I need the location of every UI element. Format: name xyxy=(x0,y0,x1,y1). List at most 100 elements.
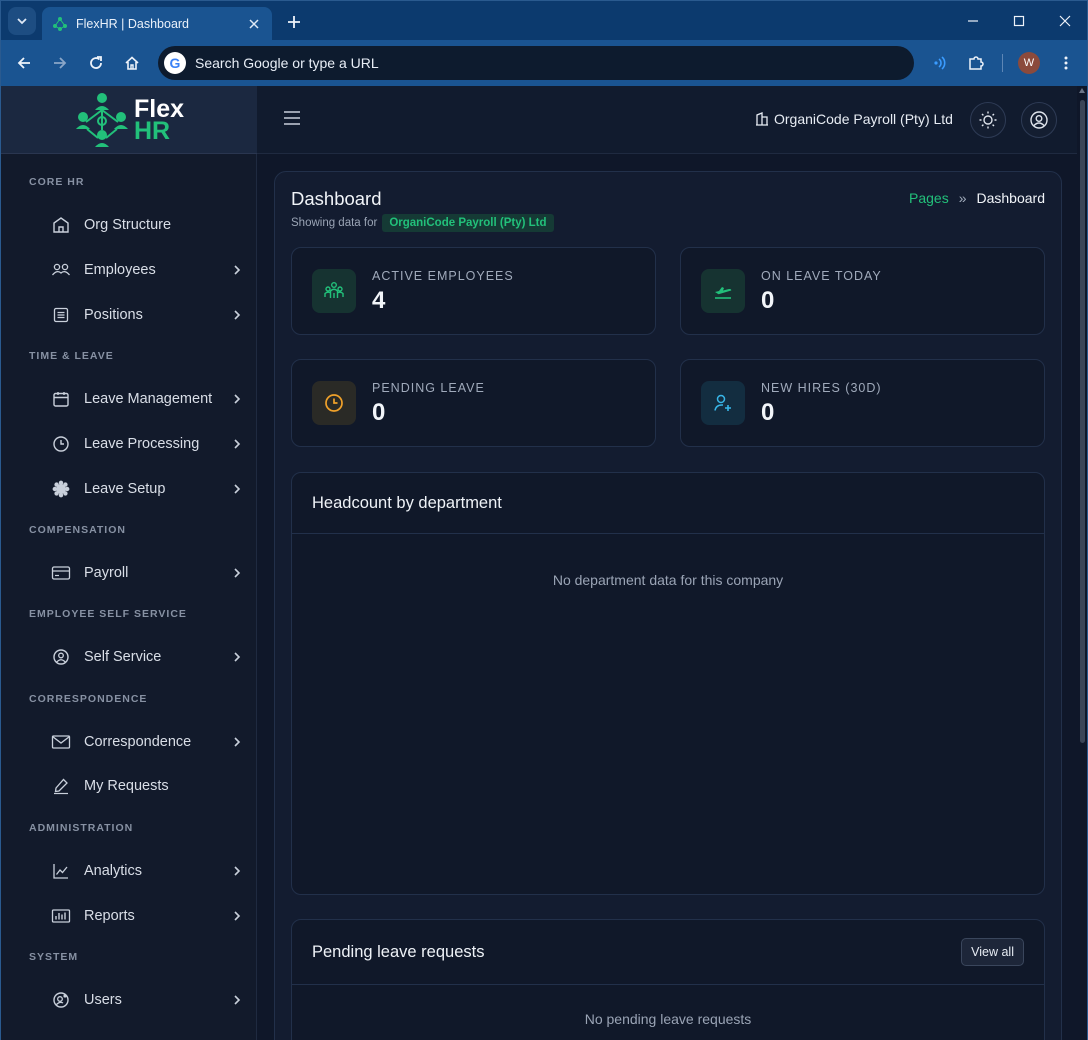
company-badge: OrganiCode Payroll (Pty) Ltd xyxy=(382,214,554,232)
user-menu-button[interactable] xyxy=(1021,102,1057,138)
sidebar-item-self-service[interactable]: Self Service xyxy=(51,642,251,672)
stat-label: PENDING LEAVE xyxy=(372,381,485,395)
chevron-right-icon xyxy=(229,863,245,879)
sidebar-item-positions[interactable]: Positions xyxy=(51,300,251,330)
scrollbar-thumb[interactable] xyxy=(1080,100,1085,743)
extensions-button[interactable] xyxy=(964,51,988,75)
section-system: SYSTEM xyxy=(29,951,79,963)
stat-card-on-leave-today[interactable]: ON LEAVE TODAY 0 xyxy=(680,247,1045,335)
breadcrumb: Pages » Dashboard xyxy=(909,190,1045,206)
browser-tabstrip: FlexHR | Dashboard xyxy=(0,0,1088,41)
tab-title: FlexHR | Dashboard xyxy=(76,17,190,31)
stat-card-active-employees[interactable]: ACTIVE EMPLOYEES 4 xyxy=(291,247,656,335)
cog-icon xyxy=(51,479,71,499)
page-title: Dashboard xyxy=(291,188,382,209)
user-circle-icon xyxy=(1030,111,1048,129)
browser-menu-button[interactable] xyxy=(1054,51,1078,75)
sidebar-item-analytics[interactable]: Analytics xyxy=(51,856,251,886)
section-correspondence: CORRESPONDENCE xyxy=(29,693,148,705)
sidebar-item-label: Self Service xyxy=(84,649,162,665)
menu-icon xyxy=(284,111,300,125)
sidebar-item-reports[interactable]: Reports xyxy=(51,901,251,931)
chevron-right-icon xyxy=(229,307,245,323)
page-scrollbar[interactable] xyxy=(1077,86,1087,1040)
section-compensation: COMPENSATION xyxy=(29,524,126,536)
tab-search-button[interactable] xyxy=(8,7,36,35)
list-icon xyxy=(51,305,71,325)
new-tab-button[interactable] xyxy=(283,11,305,33)
breadcrumb-current: Dashboard xyxy=(976,190,1046,206)
reload-button[interactable] xyxy=(84,51,108,75)
sidebar-item-org-structure[interactable]: Org Structure xyxy=(51,210,251,240)
stat-card-new-hires[interactable]: NEW HIRES (30D) 0 xyxy=(680,359,1045,447)
theme-toggle-button[interactable] xyxy=(970,102,1006,138)
plane-departure-icon xyxy=(701,269,745,313)
mail-icon xyxy=(51,732,71,752)
puzzle-icon xyxy=(969,56,984,70)
breadcrumb-pages-link[interactable]: Pages xyxy=(909,190,949,206)
pending-leave-empty-message: No pending leave requests xyxy=(584,1011,752,1027)
sidebar-item-payroll[interactable]: Payroll xyxy=(51,558,251,588)
chevron-right-icon xyxy=(229,565,245,581)
sidebar-toggle-button[interactable] xyxy=(283,110,305,130)
stat-value: 4 xyxy=(372,287,386,314)
tab-close-button[interactable] xyxy=(246,16,262,32)
section-administration: ADMINISTRATION xyxy=(29,822,134,834)
headcount-panel-header: Headcount by department xyxy=(292,473,1044,534)
google-icon: G xyxy=(164,52,186,74)
logo-wordmark: Flex HR xyxy=(134,96,184,143)
chevron-right-icon xyxy=(229,992,245,1008)
company-name: OrganiCode Payroll (Pty) Ltd xyxy=(774,111,953,127)
pen-icon xyxy=(51,776,71,796)
sidebar-item-label: Leave Management xyxy=(84,391,213,407)
stat-value: 0 xyxy=(372,399,386,426)
back-button[interactable] xyxy=(12,51,36,75)
stat-label: ON LEAVE TODAY xyxy=(761,269,882,283)
sidebar-item-my-requests[interactable]: My Requests xyxy=(51,771,251,801)
arrow-right-icon xyxy=(54,57,67,69)
sidebar-item-label: Correspondence xyxy=(84,734,192,750)
browser-tab-active[interactable]: FlexHR | Dashboard xyxy=(42,7,272,41)
sidebar-item-label: Employees xyxy=(84,262,156,278)
maximize-button[interactable] xyxy=(1004,9,1034,33)
minimize-button[interactable] xyxy=(958,9,988,33)
breadcrumb-separator: » xyxy=(958,190,967,206)
sun-icon xyxy=(979,111,997,129)
clock-icon xyxy=(51,434,71,454)
media-button[interactable] xyxy=(928,51,952,75)
sidebar-item-leave-processing[interactable]: Leave Processing xyxy=(51,429,251,459)
sidebar-item-label: Users xyxy=(84,992,122,1008)
scroll-up-arrow-icon[interactable] xyxy=(1079,88,1085,93)
reload-icon xyxy=(90,56,102,69)
chevron-right-icon xyxy=(229,649,245,665)
home-icon xyxy=(125,56,139,70)
chevron-right-icon xyxy=(229,391,245,407)
chevron-down-icon xyxy=(17,18,27,25)
sidebar-item-label: Positions xyxy=(84,307,143,323)
home-button[interactable] xyxy=(120,51,144,75)
showing-data-for: Showing data for OrganiCode Payroll (Pty… xyxy=(291,214,554,232)
sidebar-item-leave-setup[interactable]: Leave Setup xyxy=(51,474,251,504)
stat-card-pending-leave[interactable]: PENDING LEAVE 0 xyxy=(291,359,656,447)
company-selector[interactable]: OrganiCode Payroll (Pty) Ltd xyxy=(755,111,953,127)
sidebar-item-users[interactable]: Users xyxy=(51,985,251,1015)
app-topbar: OrganiCode Payroll (Pty) Ltd xyxy=(257,86,1077,154)
sidebar-item-label: Leave Processing xyxy=(84,436,200,452)
forward-button[interactable] xyxy=(48,51,72,75)
sidebar-item-employees[interactable]: Employees xyxy=(51,255,251,285)
close-icon xyxy=(1059,15,1071,27)
sidebar-item-leave-management[interactable]: Leave Management xyxy=(51,384,251,414)
address-bar[interactable]: G Search Google or type a URL xyxy=(158,46,914,80)
logo[interactable]: Flex HR xyxy=(1,86,257,154)
sidebar-item-correspondence[interactable]: Correspondence xyxy=(51,727,251,757)
pending-leave-title: Pending leave requests xyxy=(312,942,485,961)
bar-chart-icon xyxy=(51,906,71,926)
profile-avatar[interactable]: W xyxy=(1018,52,1040,74)
view-all-button[interactable]: View all xyxy=(961,938,1024,966)
close-window-button[interactable] xyxy=(1050,9,1080,33)
section-core-hr: CORE HR xyxy=(29,176,85,188)
minimize-icon xyxy=(968,20,978,22)
address-bar-placeholder: Search Google or type a URL xyxy=(195,55,379,71)
close-icon xyxy=(249,19,259,29)
chevron-right-icon xyxy=(229,436,245,452)
